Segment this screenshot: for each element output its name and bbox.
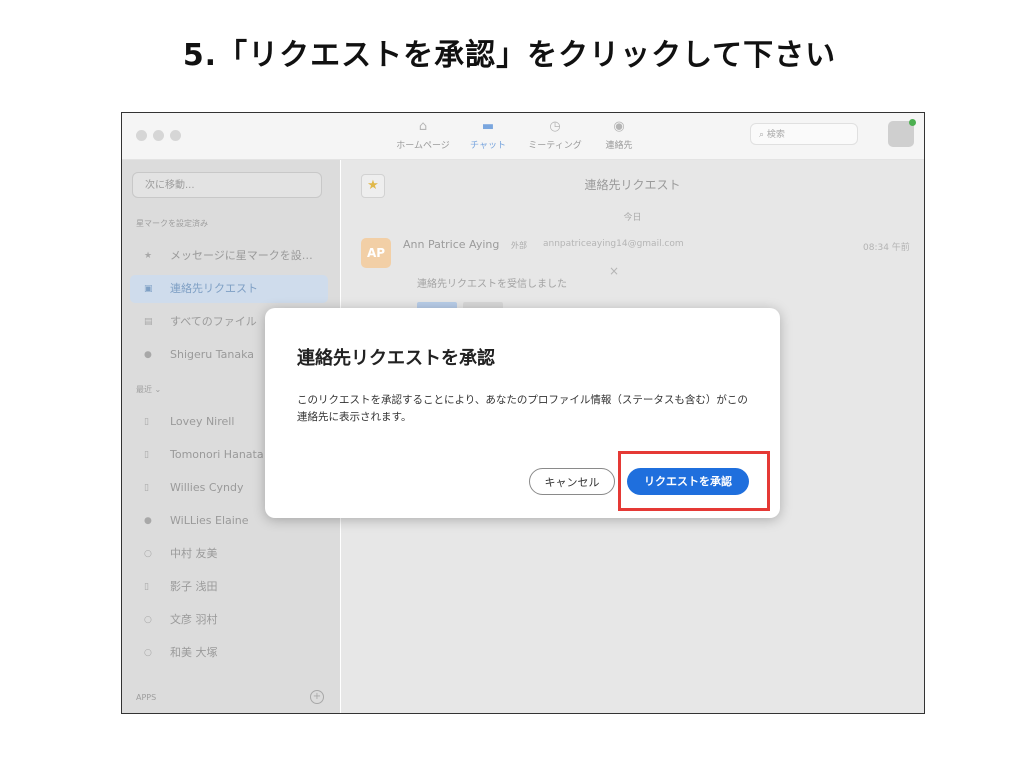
avatar[interactable]	[888, 119, 916, 147]
clock-icon: ◷	[549, 119, 561, 134]
add-app-icon[interactable]: +	[310, 690, 324, 704]
date-divider: 今日	[623, 213, 642, 223]
person-icon: ▯	[144, 417, 149, 427]
search-input[interactable]: ⌕ 検索	[750, 123, 858, 145]
status-dot-icon: ●	[144, 350, 152, 360]
status-dot-icon: ●	[144, 516, 152, 526]
chat-icon: ▬	[481, 119, 495, 134]
search-icon: ⌕	[759, 130, 767, 140]
person-icon: ▯	[144, 450, 149, 460]
person-icon: ▯	[144, 582, 149, 592]
contact-card-icon: ▣	[144, 284, 153, 294]
highlight-box	[618, 451, 770, 511]
recent-section-label[interactable]: 最近 ⌄	[136, 384, 161, 395]
titlebar: ⌂ ホームページ ▬ チャット ◷ ミーティング ◉ 連絡先 ⌕ 検索	[122, 113, 924, 160]
starred-section-label: 星マークを設定済み	[136, 219, 208, 228]
sender-email: annpatriceaying14@gmail.com	[543, 239, 684, 249]
home-icon: ⌂	[418, 119, 428, 134]
nav-contacts[interactable]: ◉ 連絡先	[584, 119, 654, 151]
contacts-icon: ◉	[613, 119, 625, 134]
zoom-window-button[interactable]	[170, 130, 181, 141]
status-dot	[909, 119, 916, 126]
star-icon: ★	[144, 251, 153, 261]
sidebar-recent-item[interactable]: ○ 和美 大塚	[130, 639, 328, 667]
sidebar-recent-item[interactable]: ○ 中村 友美	[130, 540, 328, 568]
close-window-button[interactable]	[136, 130, 147, 141]
nav-home[interactable]: ⌂ ホームページ	[388, 119, 458, 151]
nav-chat[interactable]: ▬ チャット	[453, 119, 523, 151]
jump-to-input[interactable]: 次に移動...	[132, 172, 322, 198]
panel-title: 連絡先リクエスト	[584, 178, 681, 192]
sidebar-item-contact-requests[interactable]: ▣ 連絡先リクエスト	[130, 275, 328, 303]
offline-icon: ○	[144, 615, 152, 625]
external-badge: 外部	[511, 241, 527, 250]
cancel-button[interactable]: キャンセル	[529, 468, 615, 495]
person-icon: ▯	[144, 483, 149, 493]
minimize-window-button[interactable]	[153, 130, 164, 141]
dialog-title: 連絡先リクエストを承認	[297, 348, 495, 369]
message-time: 08:34 午前	[863, 243, 910, 253]
slide-title: 5.「リクエストを承認」をクリックして下さい	[182, 38, 837, 73]
message-text: 連絡先リクエストを受信しました	[417, 279, 567, 290]
sidebar-recent-item[interactable]: ○ 文彦 羽村	[130, 606, 328, 634]
avatar[interactable]: AP	[361, 238, 391, 268]
offline-icon: ○	[144, 648, 152, 658]
sidebar-item-starred-messages[interactable]: ★ メッセージに星マークを設…	[130, 242, 328, 270]
dialog-body: このリクエストを承認することにより、あなたのプロファイル情報（ステータスも含む）…	[297, 394, 748, 423]
sender-name[interactable]: Ann Patrice Aying	[403, 238, 499, 251]
apps-label: APPS	[136, 693, 157, 702]
sidebar-recent-item[interactable]: ▯ 影子 浅田	[130, 573, 328, 601]
offline-icon: ○	[144, 549, 152, 559]
file-icon: ▤	[144, 317, 153, 327]
nav-meetings[interactable]: ◷ ミーティング	[520, 119, 590, 151]
close-icon[interactable]: ×	[609, 264, 619, 278]
